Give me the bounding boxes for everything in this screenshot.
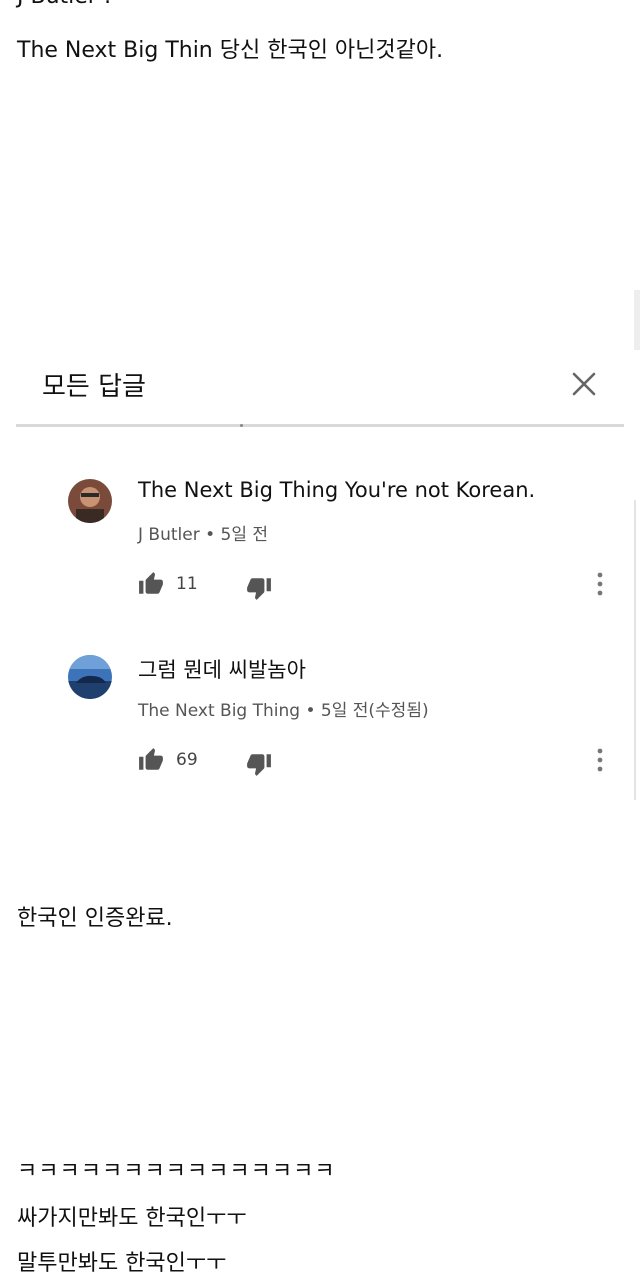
post-text-line-a: 싸가지만봐도 한국인ㅜㅜ bbox=[17, 1206, 247, 1231]
user-avatar-car[interactable] bbox=[68, 655, 112, 699]
close-icon[interactable] bbox=[570, 370, 598, 398]
post-text-cut-line: J Butler : bbox=[17, 0, 111, 9]
thumbs-down-icon[interactable] bbox=[246, 575, 272, 601]
meta-separator: • bbox=[205, 525, 216, 545]
edge-divider bbox=[634, 290, 640, 350]
comment-actions: 11 bbox=[138, 571, 618, 601]
comment-time: 5일 전(수정됨) bbox=[320, 701, 429, 721]
thumbs-up-icon[interactable] bbox=[138, 571, 164, 597]
comment-actions: 69 bbox=[138, 747, 618, 777]
replies-title: 모든 답글 bbox=[42, 372, 146, 402]
comment-item: 그럼 뭔데 씨발놈아 The Next Big Thing • 5일 전(수정됨… bbox=[0, 652, 640, 802]
comment-text: 그럼 뭔데 씨발놈아 bbox=[138, 658, 306, 682]
post-text-line-b: 말투만봐도 한국인ㅜㅜ bbox=[17, 1251, 227, 1276]
comment-author[interactable]: J Butler bbox=[138, 525, 200, 545]
comment-item: The Next Big Thing You're not Korean. J … bbox=[0, 476, 640, 626]
more-vert-icon[interactable] bbox=[588, 745, 612, 775]
like-count: 11 bbox=[176, 574, 198, 594]
like-count: 69 bbox=[176, 750, 198, 770]
post-text-laugh: ㅋㅋㅋㅋㅋㅋㅋㅋㅋㅋㅋㅋㅋㅋㅋ bbox=[17, 1159, 336, 1184]
comment-meta: J Butler • 5일 전 bbox=[138, 520, 268, 545]
edge-divider bbox=[634, 500, 640, 800]
more-vert-icon[interactable] bbox=[588, 569, 612, 599]
user-avatar-photo[interactable] bbox=[68, 479, 112, 523]
post-text-verified: 한국인 인증완료. bbox=[17, 906, 173, 931]
meta-separator: • bbox=[305, 701, 316, 721]
embedded-screenshot: 모든 답글 The Next Big Thing You're not Kore… bbox=[0, 352, 640, 802]
thumbs-down-icon[interactable] bbox=[246, 751, 272, 777]
comment-time: 5일 전 bbox=[220, 525, 269, 545]
replies-header: 모든 답글 bbox=[16, 352, 624, 427]
divider-mark bbox=[240, 424, 243, 427]
comment-meta: The Next Big Thing • 5일 전(수정됨) bbox=[138, 696, 429, 721]
post-text-line1: The Next Big Thin 당신 한국인 아닌것같아. bbox=[17, 38, 444, 63]
thumbs-up-icon[interactable] bbox=[138, 747, 164, 773]
comment-text: The Next Big Thing You're not Korean. bbox=[138, 478, 536, 502]
comment-author[interactable]: The Next Big Thing bbox=[138, 701, 300, 721]
